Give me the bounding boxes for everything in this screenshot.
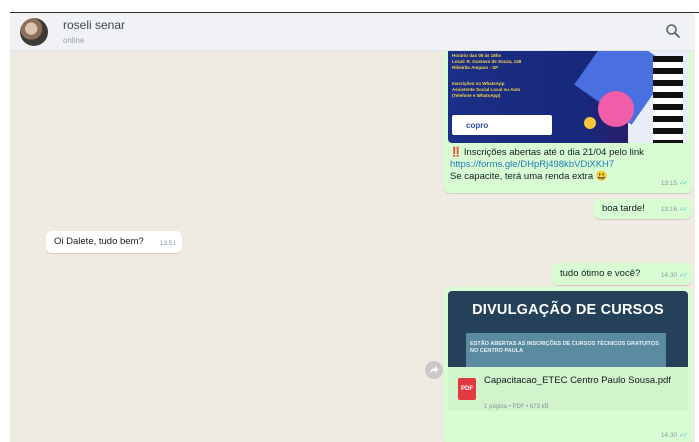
double-check-icon: ✓✓ [679, 206, 688, 213]
message-text: Oi Dalete, tudo bem? [54, 236, 144, 247]
logo-text: copro [466, 121, 489, 130]
message-line: Se capacite, terá uma renda extra 😃 [450, 171, 608, 182]
message-outgoing[interactable]: boa tarde! 13:16 ✓✓ [594, 199, 692, 219]
pdf-icon: PDF [458, 378, 476, 400]
message-text: boa tarde! [602, 203, 645, 214]
message-image[interactable]: Horário das 08 às 18hs Local: R. Gustavo… [448, 51, 688, 143]
contact-status: online [63, 36, 85, 45]
document-meta: 1 página • PDF • 673 kB [484, 404, 549, 410]
message-incoming[interactable]: Oi Dalete, tudo bem? 13:51 [46, 231, 182, 253]
double-check-icon: ✓✓ [679, 432, 688, 439]
message-time: 13:16 ✓✓ [660, 206, 688, 213]
chat-header[interactable]: roseli senar online [10, 13, 695, 51]
message-time: 13:51 [159, 240, 176, 247]
message-text: ‼️ Inscrições abertas até o dia 21/04 pel… [450, 147, 682, 183]
forward-icon[interactable] [425, 361, 443, 379]
message-link[interactable]: https://forms.gle/DHpRj498kbVDiXKH7 [450, 159, 614, 170]
chat-area[interactable]: Horário das 08 às 18hs Local: R. Gustavo… [10, 51, 695, 442]
image-text: Ribeirão Amparo - SP [452, 65, 499, 70]
image-text: (Telefone e WhatsApp) [452, 93, 501, 98]
double-check-icon: ✓✓ [679, 180, 688, 187]
message-outgoing-document[interactable]: DIVULGAÇÃO DE CURSOS ESTÃO ABERTAS AS IN… [444, 287, 692, 442]
message-line: Inscrições abertas até o dia 21/04 pelo … [463, 147, 644, 158]
left-margin [0, 12, 10, 442]
message-outgoing-image[interactable]: Horário das 08 às 18hs Local: R. Gustavo… [444, 51, 692, 193]
document-preview[interactable]: DIVULGAÇÃO DE CURSOS ESTÃO ABERTAS AS IN… [448, 291, 688, 367]
double-check-icon: ✓✓ [679, 272, 688, 279]
message-time: 14:30 ✓✓ [660, 272, 688, 279]
banner-subtitle: ESTÃO ABERTAS AS INSCRIÇÕES DE CURSOS TÉ… [470, 341, 659, 354]
contact-name[interactable]: roseli senar [63, 18, 125, 32]
image-shape [598, 91, 634, 127]
avatar[interactable] [20, 18, 48, 46]
smile-emoji-icon [584, 117, 596, 129]
message-time: 13:15 ✓✓ [660, 180, 688, 187]
document-name[interactable]: Capacitacao_ETEC Centro Paulo Sousa.pdf [484, 375, 674, 387]
alert-emoji-icon: ‼️ [450, 147, 462, 158]
banner-title: DIVULGAÇÃO DE CURSOS [472, 302, 664, 318]
image-shape [653, 56, 683, 143]
search-icon[interactable] [665, 23, 681, 39]
message-text: tudo ótimo e você? [560, 268, 641, 279]
document-attachment[interactable]: PDF Capacitacao_ETEC Centro Paulo Sousa.… [448, 367, 688, 411]
message-outgoing[interactable]: tudo ótimo e você? 14:30 ✓✓ [552, 263, 692, 285]
logos-strip: copro [452, 115, 552, 135]
message-time: 14:30 ✓✓ [660, 432, 688, 439]
whatsapp-window: roseli senar online Horário das 08 às 18… [0, 0, 699, 442]
